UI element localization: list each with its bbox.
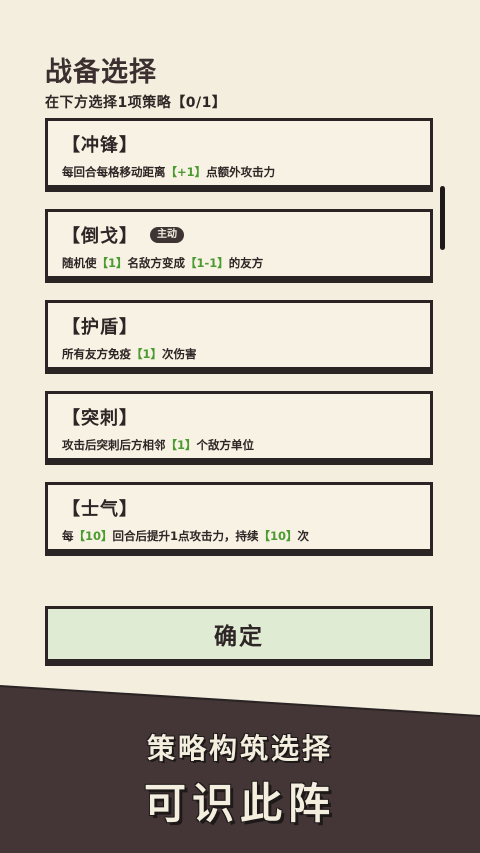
strategy-title: 【冲锋】	[62, 135, 138, 156]
strategy-card-thrust[interactable]: 【突刺】 攻击后突刺后方相邻【1】个敌方单位	[45, 391, 433, 461]
scrollbar[interactable]	[440, 186, 445, 250]
promo-tagline: 策略构筑选择	[146, 732, 333, 765]
strategy-title: 【突刺】	[62, 408, 138, 429]
strategy-description: 攻击后突刺后方相邻【1】个敌方单位	[62, 438, 255, 452]
promo-headline: 可识此阵	[143, 779, 336, 828]
strategy-description: 每回合每格移动距离【+1】点额外攻击力	[62, 165, 276, 179]
strategy-title: 【护盾】	[62, 317, 138, 338]
strategy-card-shield[interactable]: 【护盾】 所有友方免疫【1】次伤害	[45, 300, 433, 370]
strategy-card-defect[interactable]: 【倒戈】 主动 随机使【1】名敌方变成【1-1】的友方	[45, 209, 433, 279]
confirm-button[interactable]: 确定	[45, 606, 433, 662]
page-title: 战备选择	[45, 57, 157, 88]
strategy-description: 随机使【1】名敌方变成【1-1】的友方	[62, 256, 264, 270]
active-badge: 主动	[150, 227, 184, 243]
strategy-title: 【倒戈】	[62, 226, 138, 247]
strategy-description: 所有友方免疫【1】次伤害	[62, 347, 197, 361]
strategy-card-morale[interactable]: 【士气】 每【10】回合后提升1点攻击力，持续【10】次	[45, 482, 433, 552]
strategy-description: 每【10】回合后提升1点攻击力，持续【10】次	[62, 529, 310, 543]
selection-instruction: 在下方选择1项策略【0/1】	[45, 95, 227, 111]
strategy-card-charge[interactable]: 【冲锋】 每回合每格移动距离【+1】点额外攻击力	[45, 118, 433, 188]
strategy-title: 【士气】	[62, 499, 138, 520]
header: 战备选择 在下方选择1项策略【0/1】	[45, 56, 226, 112]
